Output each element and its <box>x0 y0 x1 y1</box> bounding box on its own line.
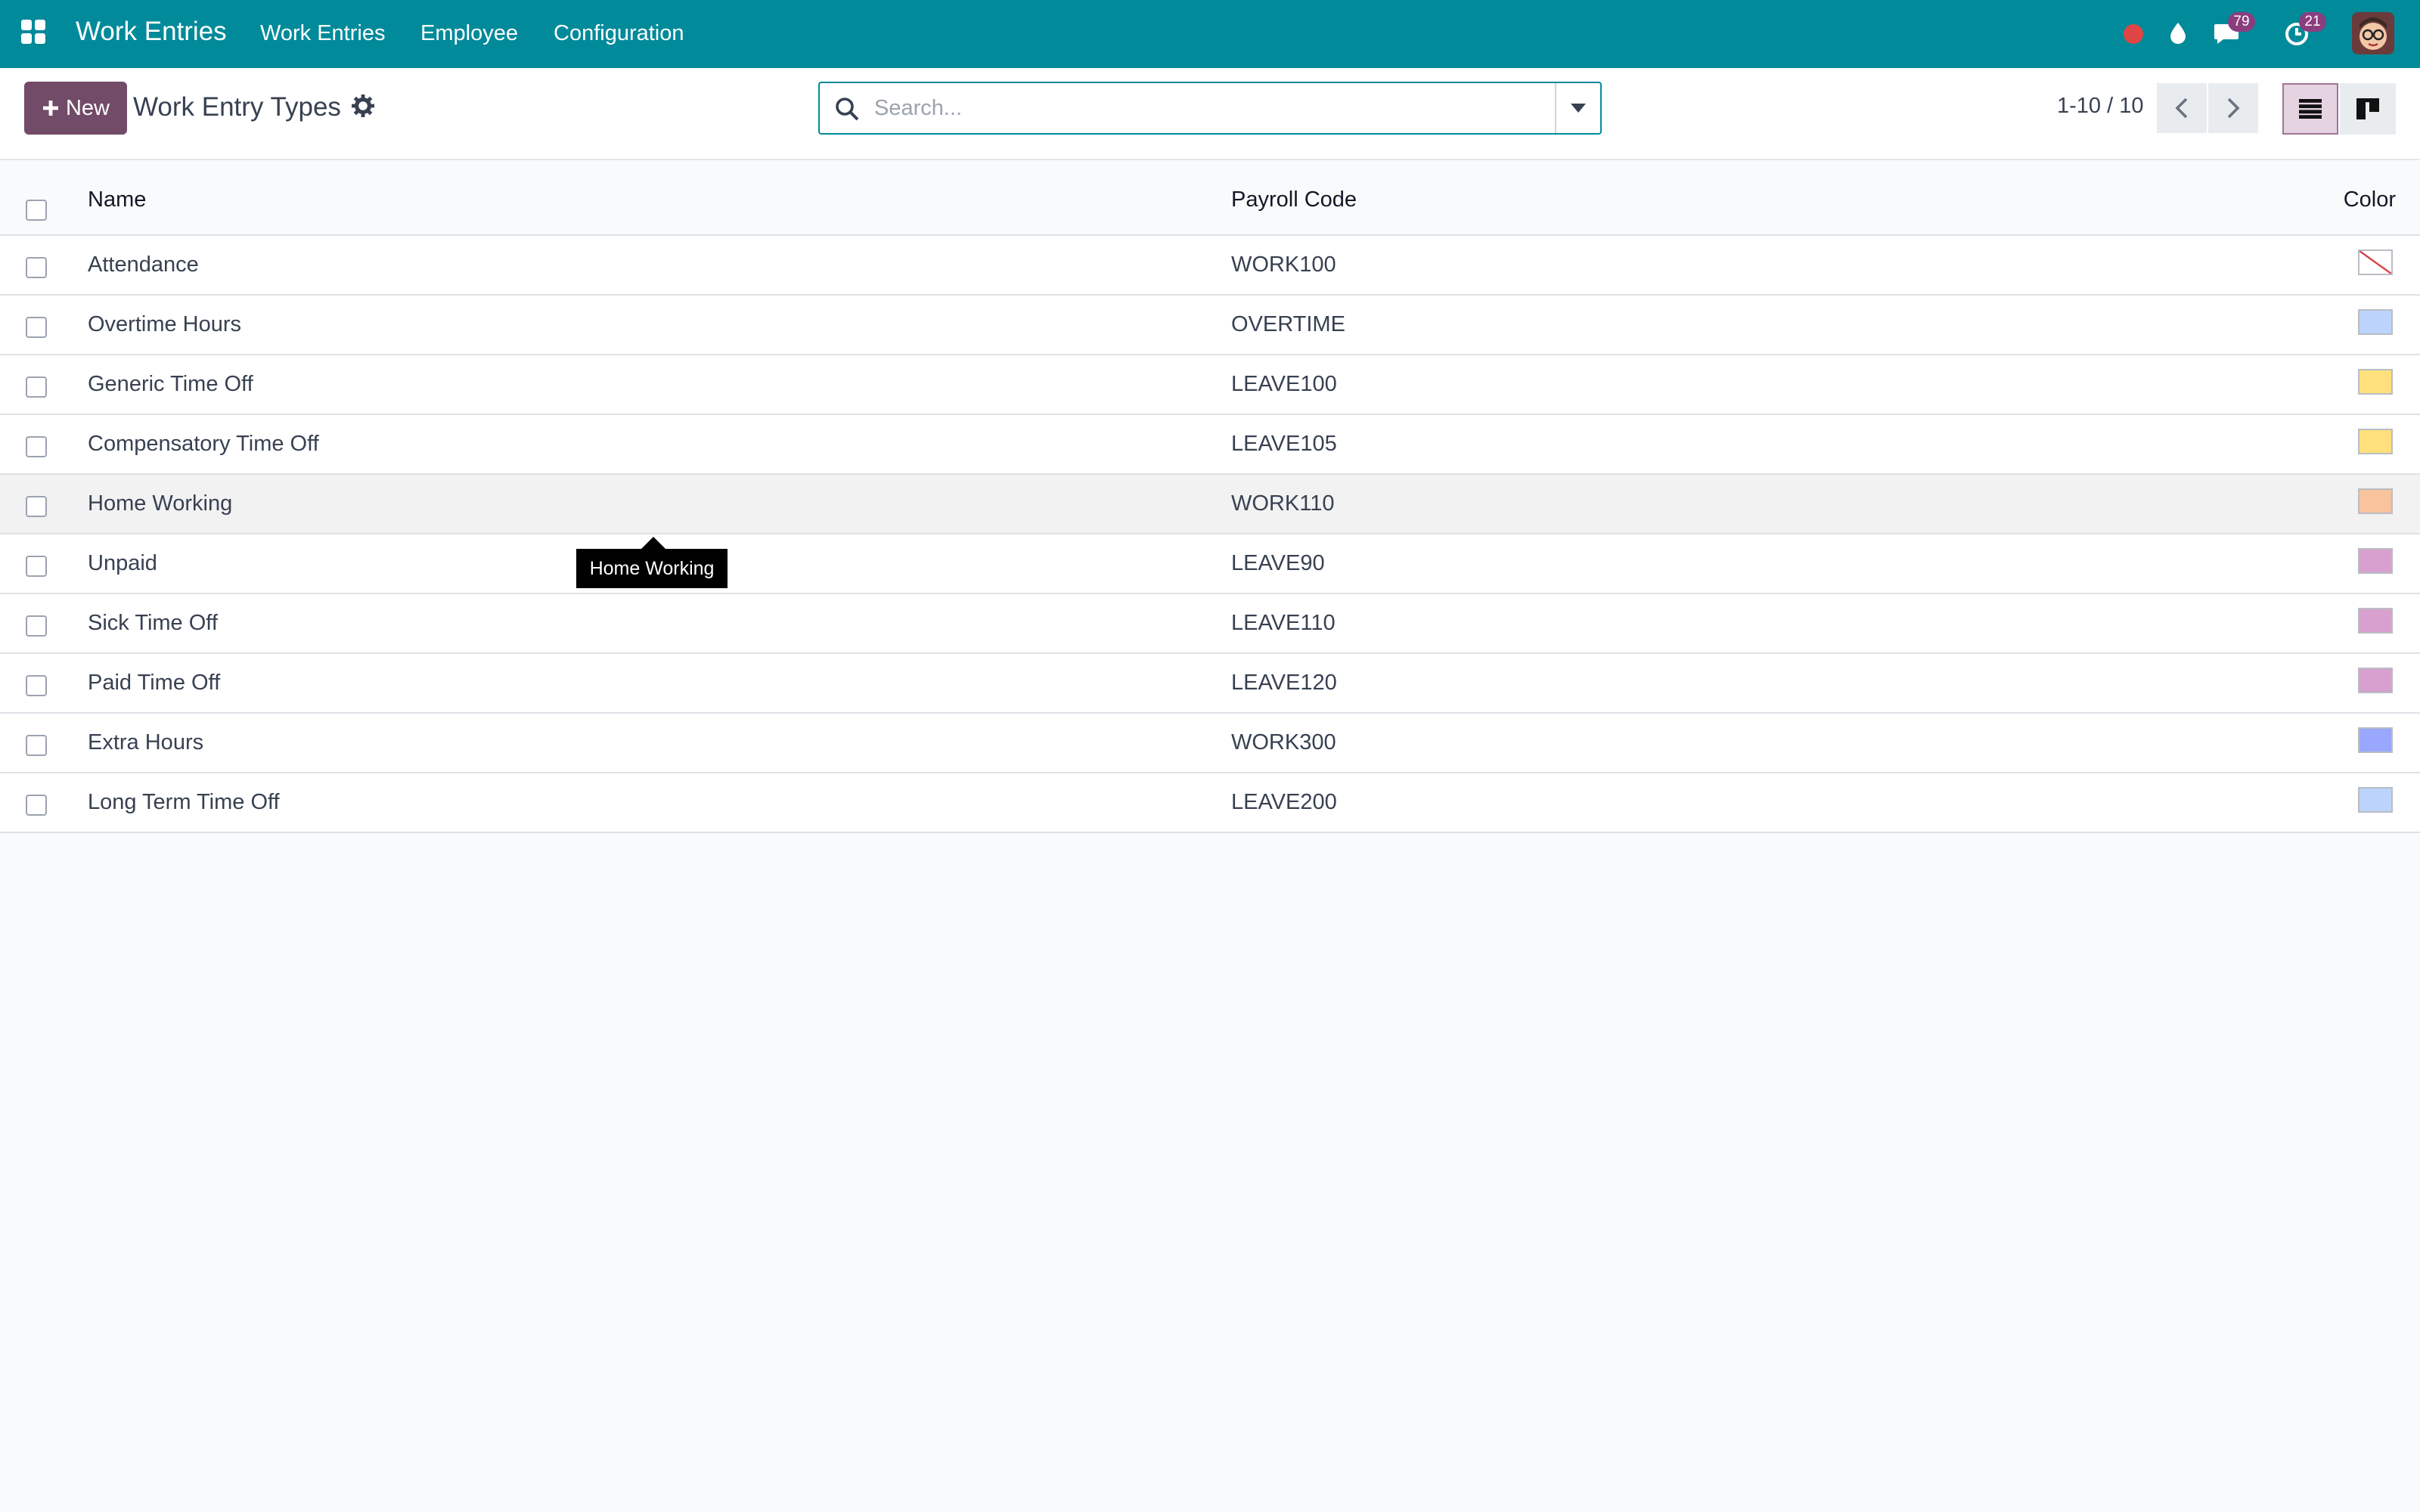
no-color-icon <box>2359 250 2392 274</box>
row-checkbox[interactable] <box>26 376 47 398</box>
work-entry-types-list: Name Payroll Code Color Attendance WORK10… <box>0 169 2420 833</box>
row-name: Compensatory Time Off <box>88 432 319 456</box>
activities-button[interactable]: 21 <box>2284 12 2326 45</box>
table-row[interactable]: Long Term Time Off LEAVE200 <box>0 773 2420 833</box>
color-swatch <box>2358 787 2393 813</box>
control-panel: New Work Entry Types 1-10 / 10 <box>0 68 2420 160</box>
status-dot-icon[interactable] <box>2124 24 2143 44</box>
row-checkbox[interactable] <box>26 496 47 517</box>
row-payroll-code: WORK100 <box>1231 253 1336 277</box>
color-swatch <box>2358 429 2393 454</box>
table-row[interactable]: Unpaid LEAVE90 <box>0 534 2420 594</box>
row-checkbox[interactable] <box>26 675 47 696</box>
row-name: Extra Hours <box>88 730 204 754</box>
row-payroll-code: LEAVE200 <box>1231 790 1337 814</box>
color-swatch <box>2358 309 2393 335</box>
row-checkbox[interactable] <box>26 735 47 756</box>
row-payroll-code: WORK300 <box>1231 730 1336 754</box>
row-name: Generic Time Off <box>88 372 253 396</box>
menu-work-entries[interactable]: Work Entries <box>260 21 385 46</box>
drop-icon[interactable] <box>2166 21 2190 45</box>
chevron-left-icon <box>2175 98 2188 119</box>
row-payroll-code: LEAVE110 <box>1231 611 1336 635</box>
row-name: Long Term Time Off <box>88 790 280 814</box>
tooltip-arrow <box>641 537 666 549</box>
caret-down-icon <box>1571 104 1586 113</box>
messages-button[interactable]: 79 <box>2213 12 2255 45</box>
color-swatch <box>2358 488 2393 514</box>
table-row[interactable]: Overtime Hours OVERTIME <box>0 296 2420 355</box>
row-checkbox[interactable] <box>26 556 47 577</box>
list-icon <box>2299 99 2322 119</box>
list-view-button[interactable] <box>2282 83 2338 135</box>
pager-value[interactable]: 1-10 / 10 <box>2057 94 2143 119</box>
row-name: Sick Time Off <box>88 611 218 635</box>
color-swatch <box>2358 608 2393 634</box>
row-checkbox[interactable] <box>26 436 47 457</box>
activities-badge: 21 <box>2299 12 2326 32</box>
row-payroll-code: LEAVE90 <box>1231 551 1325 575</box>
kanban-view-button[interactable] <box>2340 83 2396 135</box>
avatar-face-icon <box>2352 12 2394 54</box>
new-button-label: New <box>65 95 110 120</box>
row-checkbox[interactable] <box>26 795 47 816</box>
plus-icon <box>42 101 58 116</box>
menu-employee[interactable]: Employee <box>420 21 518 46</box>
gear-icon[interactable] <box>351 94 375 118</box>
search-input[interactable] <box>874 83 1540 133</box>
row-payroll-code: LEAVE100 <box>1231 372 1337 396</box>
table-row[interactable]: Compensatory Time Off LEAVE105 <box>0 415 2420 475</box>
color-swatch <box>2358 727 2393 753</box>
row-checkbox[interactable] <box>26 615 47 637</box>
tooltip: Home Working <box>576 549 728 588</box>
color-swatch <box>2358 249 2393 275</box>
header-payroll-code[interactable]: Payroll Code <box>1231 187 1357 212</box>
messages-badge: 79 <box>2228 12 2255 32</box>
row-payroll-code: WORK110 <box>1231 491 1335 516</box>
kanban-icon <box>2356 98 2379 119</box>
page-title: Work Entry Types <box>133 92 341 122</box>
color-swatch <box>2358 369 2393 395</box>
user-avatar[interactable] <box>2352 12 2394 54</box>
table-row[interactable]: Attendance WORK100 <box>0 236 2420 296</box>
row-payroll-code: LEAVE120 <box>1231 671 1337 695</box>
row-name: Overtime Hours <box>88 312 242 336</box>
menu-configuration[interactable]: Configuration <box>554 21 684 46</box>
top-navbar: Work Entries Work Entries Employee Confi… <box>0 0 2420 68</box>
row-name: Paid Time Off <box>88 671 221 695</box>
row-name: Home Working <box>88 491 233 516</box>
select-all-checkbox[interactable] <box>26 200 47 221</box>
header-color[interactable]: Color <box>2344 187 2396 212</box>
app-brand[interactable]: Work Entries <box>76 17 227 47</box>
table-row[interactable]: Generic Time Off LEAVE100 <box>0 355 2420 415</box>
pager-previous-button[interactable] <box>2157 83 2207 133</box>
row-checkbox[interactable] <box>26 317 47 338</box>
row-payroll-code: OVERTIME <box>1231 312 1345 336</box>
row-name: Attendance <box>88 253 199 277</box>
table-row[interactable]: Paid Time Off LEAVE120 <box>0 654 2420 714</box>
color-swatch <box>2358 668 2393 693</box>
search-options-toggle[interactable] <box>1555 83 1600 133</box>
new-button[interactable]: New <box>24 82 127 135</box>
search-box <box>818 82 1602 135</box>
row-checkbox[interactable] <box>26 257 47 278</box>
color-swatch <box>2358 548 2393 574</box>
row-payroll-code: LEAVE105 <box>1231 432 1337 456</box>
header-name[interactable]: Name <box>88 187 146 212</box>
row-name: Unpaid <box>88 551 157 575</box>
apps-grid-icon[interactable] <box>21 20 47 45</box>
list-header: Name Payroll Code Color <box>0 169 2420 236</box>
table-row[interactable]: Home Working WORK110 <box>0 475 2420 534</box>
pager-next-button[interactable] <box>2208 83 2258 133</box>
chevron-right-icon <box>2227 98 2240 119</box>
table-row[interactable]: Sick Time Off LEAVE110 <box>0 594 2420 654</box>
table-row[interactable]: Extra Hours WORK300 <box>0 714 2420 773</box>
search-icon <box>836 98 859 121</box>
